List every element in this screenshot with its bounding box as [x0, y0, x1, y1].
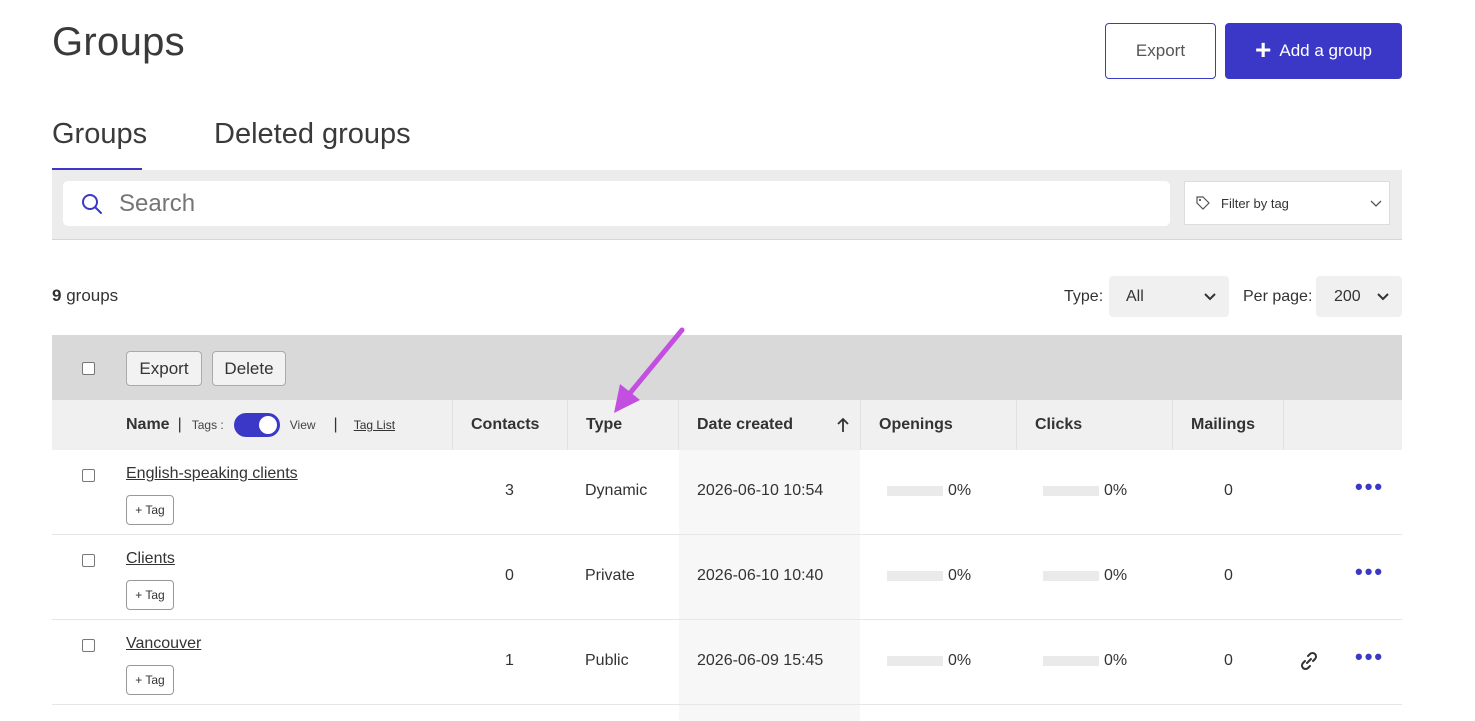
type-value: Dynamic: [585, 482, 648, 499]
table-row: English-speaking clients + Tag 3 Dynamic…: [52, 450, 1402, 535]
toggle-knob: [258, 416, 277, 434]
group-count-number: 9: [52, 286, 62, 305]
openings-bar: [887, 571, 943, 581]
type-filter-value: All: [1126, 287, 1144, 305]
type-value: Private: [585, 567, 635, 584]
view-label: View: [289, 418, 316, 432]
filter-by-tag-dropdown[interactable]: Filter by tag: [1184, 181, 1390, 225]
bulk-delete-button[interactable]: Delete: [212, 351, 286, 386]
header-name[interactable]: Name: [126, 416, 170, 434]
group-count-suffix: groups: [66, 286, 119, 305]
group-name-link[interactable]: Vancouver: [126, 635, 201, 653]
more-options-icon[interactable]: •••: [1355, 476, 1384, 498]
clicks-bar: [1043, 486, 1099, 496]
more-options-icon[interactable]: •••: [1355, 561, 1384, 583]
group-name-link[interactable]: Clients: [126, 550, 175, 568]
date-value: 2026-06-10 10:40: [697, 567, 824, 584]
tag-icon: [1196, 196, 1210, 210]
group-name-link[interactable]: English-speaking clients: [126, 465, 298, 483]
row-checkbox[interactable]: [82, 639, 95, 652]
add-tag-button[interactable]: + Tag: [126, 580, 174, 610]
header-openings[interactable]: Openings: [861, 400, 1017, 450]
date-value: 2026-06-09 15:45: [697, 652, 824, 669]
add-tag-button[interactable]: + Tag: [126, 495, 174, 525]
per-page-select[interactable]: 200: [1316, 276, 1402, 317]
search-input[interactable]: [117, 188, 1021, 219]
annotation-arrow-icon: [614, 327, 685, 413]
add-group-label: Add a group: [1279, 41, 1372, 60]
table-row: Vancouver + Tag 1 Public 2026-06-09 15:4…: [52, 620, 1402, 705]
link-icon[interactable]: [1298, 650, 1320, 672]
chevron-down-icon: [1204, 293, 1216, 301]
bulk-export-button[interactable]: Export: [126, 351, 202, 386]
type-value: Public: [585, 652, 629, 669]
openings-bar: [887, 486, 943, 496]
chevron-down-icon: [1370, 200, 1382, 207]
openings-value: 0%: [948, 652, 972, 669]
clicks-bar: [1043, 571, 1099, 581]
openings-bar: [887, 656, 943, 666]
header-contacts[interactable]: Contacts: [453, 400, 568, 450]
tab-groups[interactable]: Groups: [52, 118, 147, 171]
mailings-value: 0: [1224, 482, 1233, 499]
search-icon: [82, 193, 102, 214]
date-value: 2026-06-10 10:54: [697, 482, 824, 499]
header-name-cell: Name | Tags : View | Tag List: [52, 400, 453, 450]
header-mailings[interactable]: Mailings: [1173, 400, 1284, 450]
header-clicks[interactable]: Clicks: [1017, 400, 1173, 450]
page-title: Groups: [52, 20, 185, 64]
plus-icon: +: [1255, 33, 1272, 65]
select-all-checkbox[interactable]: [82, 362, 95, 375]
row-checkbox[interactable]: [82, 469, 95, 482]
tab-deleted-groups[interactable]: Deleted groups: [214, 118, 411, 168]
type-filter-select[interactable]: All: [1109, 276, 1229, 317]
tab-bar: Groups Deleted groups: [52, 118, 1402, 171]
row-checkbox[interactable]: [82, 554, 95, 567]
tags-label: Tags :: [191, 418, 224, 432]
clicks-value: 0%: [1104, 482, 1128, 499]
search-box[interactable]: [63, 181, 1170, 226]
tag-list-link[interactable]: Tag List: [354, 418, 395, 432]
bulk-action-bar: Export Delete: [52, 335, 1402, 400]
export-button[interactable]: Export: [1105, 23, 1216, 79]
table-row: Clients + Tag 0 Private 2026-06-10 10:40…: [52, 535, 1402, 620]
header-date-created-label: Date created: [697, 416, 794, 433]
openings-value: 0%: [948, 567, 972, 584]
add-group-button[interactable]: + Add a group: [1225, 23, 1402, 79]
more-options-icon[interactable]: •••: [1355, 646, 1384, 668]
add-tag-button[interactable]: + Tag: [126, 665, 174, 695]
per-page-label: Per page:: [1243, 288, 1313, 305]
openings-value: 0%: [948, 482, 972, 499]
sort-ascending-icon: [837, 417, 849, 432]
mailings-value: 0: [1224, 567, 1233, 584]
mailings-value: 0: [1224, 652, 1233, 669]
header-separator: |: [177, 416, 182, 433]
header-date-created[interactable]: Date created: [679, 400, 861, 450]
search-bar: Filter by tag: [52, 170, 1402, 240]
type-filter-label: Type:: [1064, 288, 1104, 305]
clicks-bar: [1043, 656, 1099, 666]
clicks-value: 0%: [1104, 567, 1128, 584]
header-separator: |: [333, 416, 338, 433]
per-page-value: 200: [1334, 287, 1361, 305]
group-count: 9 groups: [52, 286, 118, 306]
contacts-value: 1: [505, 652, 514, 669]
table-header: Name | Tags : View | Tag List Contacts T…: [52, 400, 1402, 450]
tags-view-toggle[interactable]: [233, 413, 280, 437]
contacts-value: 0: [505, 567, 514, 584]
filter-by-tag-label: Filter by tag: [1221, 195, 1289, 211]
contacts-value: 3: [505, 482, 514, 499]
chevron-down-icon: [1377, 293, 1389, 301]
clicks-value: 0%: [1104, 652, 1128, 669]
